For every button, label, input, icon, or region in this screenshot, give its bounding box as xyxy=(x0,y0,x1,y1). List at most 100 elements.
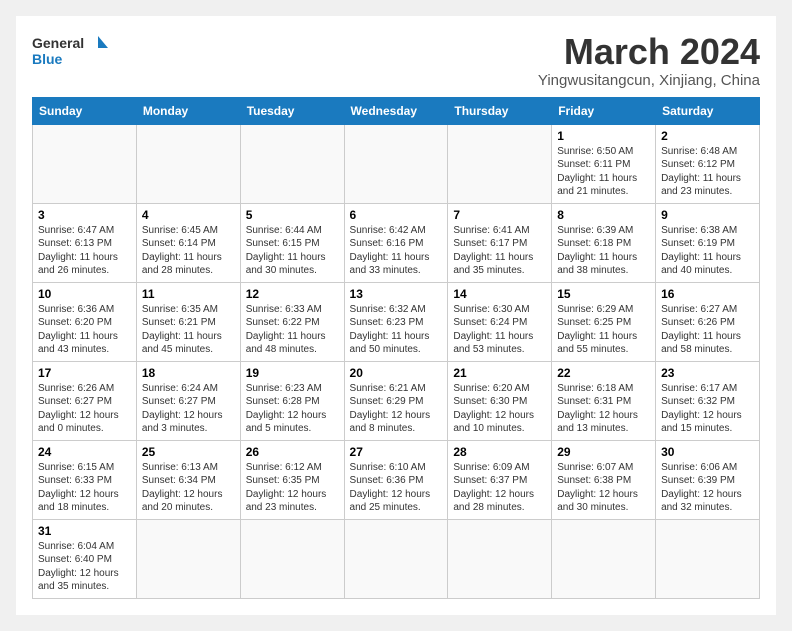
day-cell: 10 Sunrise: 6:36 AM Sunset: 6:20 PM Dayli… xyxy=(33,282,137,361)
day-number: 23 xyxy=(661,366,754,380)
day-info: Sunrise: 6:15 AM Sunset: 6:33 PM Dayligh… xyxy=(38,461,131,515)
week-row-2: 3Sunrise: 6:47 AM Sunset: 6:13 PM Daylig… xyxy=(33,203,760,282)
day-info: Sunrise: 6:50 AM Sunset: 6:11 PM Dayligh… xyxy=(557,145,650,199)
day-cell: 31 Sunrise: 6:04 AM Sunset: 6:40 PM Dayli… xyxy=(33,519,137,598)
day-cell: 17Sunrise: 6:26 AM Sunset: 6:27 PM Dayli… xyxy=(33,361,137,440)
weekday-tuesday: Tuesday xyxy=(240,97,344,124)
day-info: Sunrise: 6:07 AM Sunset: 6:38 PM Dayligh… xyxy=(557,461,650,515)
weekday-header-row: SundayMondayTuesdayWednesdayThursdayFrid… xyxy=(33,97,760,124)
header: General Blue March 2024 Yingwusitangcun,… xyxy=(32,32,760,89)
day-number: 24 xyxy=(38,445,131,459)
day-info: Sunrise: 6:12 AM Sunset: 6:35 PM Dayligh… xyxy=(246,461,339,515)
day-info: Sunrise: 6:13 AM Sunset: 6:34 PM Dayligh… xyxy=(142,461,235,515)
day-info: Sunrise: 6:36 AM Sunset: 6:20 PM Dayligh… xyxy=(38,303,131,357)
day-cell: 8 Sunrise: 6:39 AM Sunset: 6:18 PM Daylig… xyxy=(552,203,656,282)
day-number: 25 xyxy=(142,445,235,459)
day-cell: 20 Sunrise: 6:21 AM Sunset: 6:29 PM Dayli… xyxy=(344,361,448,440)
day-info: Sunrise: 6:18 AM Sunset: 6:31 PM Dayligh… xyxy=(557,382,650,436)
day-info: Sunrise: 6:10 AM Sunset: 6:36 PM Dayligh… xyxy=(350,461,443,515)
day-number: 3 xyxy=(38,208,131,222)
day-cell: 1 Sunrise: 6:50 AM Sunset: 6:11 PM Daylig… xyxy=(552,124,656,203)
day-number: 16 xyxy=(661,287,754,301)
week-row-4: 17Sunrise: 6:26 AM Sunset: 6:27 PM Dayli… xyxy=(33,361,760,440)
day-info: Sunrise: 6:39 AM Sunset: 6:18 PM Dayligh… xyxy=(557,224,650,278)
calendar-subtitle: Yingwusitangcun, Xinjiang, China xyxy=(538,72,760,89)
day-info: Sunrise: 6:27 AM Sunset: 6:26 PM Dayligh… xyxy=(661,303,754,357)
day-info: Sunrise: 6:38 AM Sunset: 6:19 PM Dayligh… xyxy=(661,224,754,278)
day-cell: 5 Sunrise: 6:44 AM Sunset: 6:15 PM Daylig… xyxy=(240,203,344,282)
week-row-1: 1 Sunrise: 6:50 AM Sunset: 6:11 PM Daylig… xyxy=(33,124,760,203)
day-number: 22 xyxy=(557,366,650,380)
day-info: Sunrise: 6:24 AM Sunset: 6:27 PM Dayligh… xyxy=(142,382,235,436)
weekday-friday: Friday xyxy=(552,97,656,124)
day-number: 20 xyxy=(350,366,443,380)
day-cell: 19 Sunrise: 6:23 AM Sunset: 6:28 PM Dayli… xyxy=(240,361,344,440)
day-number: 27 xyxy=(350,445,443,459)
day-number: 1 xyxy=(557,129,650,143)
day-info: Sunrise: 6:09 AM Sunset: 6:37 PM Dayligh… xyxy=(453,461,546,515)
calendar-title: March 2024 xyxy=(538,32,760,72)
weekday-wednesday: Wednesday xyxy=(344,97,448,124)
day-cell: 29 Sunrise: 6:07 AM Sunset: 6:38 PM Dayli… xyxy=(552,440,656,519)
day-cell: 23 Sunrise: 6:17 AM Sunset: 6:32 PM Dayli… xyxy=(656,361,760,440)
day-number: 18 xyxy=(142,366,235,380)
day-info: Sunrise: 6:44 AM Sunset: 6:15 PM Dayligh… xyxy=(246,224,339,278)
day-cell xyxy=(344,519,448,598)
day-cell xyxy=(136,124,240,203)
calendar-table: SundayMondayTuesdayWednesdayThursdayFrid… xyxy=(32,97,760,599)
day-cell: 4Sunrise: 6:45 AM Sunset: 6:14 PM Daylig… xyxy=(136,203,240,282)
day-number: 5 xyxy=(246,208,339,222)
day-cell: 6Sunrise: 6:42 AM Sunset: 6:16 PM Daylig… xyxy=(344,203,448,282)
weekday-thursday: Thursday xyxy=(448,97,552,124)
day-number: 8 xyxy=(557,208,650,222)
day-info: Sunrise: 6:17 AM Sunset: 6:32 PM Dayligh… xyxy=(661,382,754,436)
day-cell xyxy=(552,519,656,598)
day-cell: 27 Sunrise: 6:10 AM Sunset: 6:36 PM Dayli… xyxy=(344,440,448,519)
day-cell: 21 Sunrise: 6:20 AM Sunset: 6:30 PM Dayli… xyxy=(448,361,552,440)
day-info: Sunrise: 6:04 AM Sunset: 6:40 PM Dayligh… xyxy=(38,540,131,594)
weekday-sunday: Sunday xyxy=(33,97,137,124)
week-row-6: 31 Sunrise: 6:04 AM Sunset: 6:40 PM Dayli… xyxy=(33,519,760,598)
day-cell: 3Sunrise: 6:47 AM Sunset: 6:13 PM Daylig… xyxy=(33,203,137,282)
day-cell xyxy=(240,519,344,598)
day-info: Sunrise: 6:48 AM Sunset: 6:12 PM Dayligh… xyxy=(661,145,754,199)
day-number: 10 xyxy=(38,287,131,301)
day-cell: 16 Sunrise: 6:27 AM Sunset: 6:26 PM Dayli… xyxy=(656,282,760,361)
day-cell xyxy=(448,124,552,203)
day-info: Sunrise: 6:29 AM Sunset: 6:25 PM Dayligh… xyxy=(557,303,650,357)
day-number: 9 xyxy=(661,208,754,222)
day-info: Sunrise: 6:20 AM Sunset: 6:30 PM Dayligh… xyxy=(453,382,546,436)
day-cell: 12 Sunrise: 6:33 AM Sunset: 6:22 PM Dayli… xyxy=(240,282,344,361)
day-cell: 18 Sunrise: 6:24 AM Sunset: 6:27 PM Dayli… xyxy=(136,361,240,440)
day-cell: 24 Sunrise: 6:15 AM Sunset: 6:33 PM Dayli… xyxy=(33,440,137,519)
day-cell: 2Sunrise: 6:48 AM Sunset: 6:12 PM Daylig… xyxy=(656,124,760,203)
day-cell: 26Sunrise: 6:12 AM Sunset: 6:35 PM Dayli… xyxy=(240,440,344,519)
day-info: Sunrise: 6:41 AM Sunset: 6:17 PM Dayligh… xyxy=(453,224,546,278)
day-number: 11 xyxy=(142,287,235,301)
day-info: Sunrise: 6:35 AM Sunset: 6:21 PM Dayligh… xyxy=(142,303,235,357)
day-cell xyxy=(240,124,344,203)
day-info: Sunrise: 6:06 AM Sunset: 6:39 PM Dayligh… xyxy=(661,461,754,515)
day-cell: 22 Sunrise: 6:18 AM Sunset: 6:31 PM Dayli… xyxy=(552,361,656,440)
day-info: Sunrise: 6:21 AM Sunset: 6:29 PM Dayligh… xyxy=(350,382,443,436)
day-cell xyxy=(448,519,552,598)
day-cell: 25 Sunrise: 6:13 AM Sunset: 6:34 PM Dayli… xyxy=(136,440,240,519)
day-number: 15 xyxy=(557,287,650,301)
day-cell xyxy=(344,124,448,203)
calendar-page: General Blue March 2024 Yingwusitangcun,… xyxy=(16,16,776,615)
title-block: March 2024 Yingwusitangcun, Xinjiang, Ch… xyxy=(538,32,760,89)
day-cell xyxy=(136,519,240,598)
day-cell: 9 Sunrise: 6:38 AM Sunset: 6:19 PM Daylig… xyxy=(656,203,760,282)
day-number: 12 xyxy=(246,287,339,301)
day-number: 31 xyxy=(38,524,131,538)
day-number: 6 xyxy=(350,208,443,222)
day-cell: 15 Sunrise: 6:29 AM Sunset: 6:25 PM Dayli… xyxy=(552,282,656,361)
day-number: 19 xyxy=(246,366,339,380)
day-number: 29 xyxy=(557,445,650,459)
day-info: Sunrise: 6:23 AM Sunset: 6:28 PM Dayligh… xyxy=(246,382,339,436)
svg-text:Blue: Blue xyxy=(32,51,63,67)
day-cell: 7Sunrise: 6:41 AM Sunset: 6:17 PM Daylig… xyxy=(448,203,552,282)
day-number: 21 xyxy=(453,366,546,380)
day-cell: 11 Sunrise: 6:35 AM Sunset: 6:21 PM Dayli… xyxy=(136,282,240,361)
day-info: Sunrise: 6:33 AM Sunset: 6:22 PM Dayligh… xyxy=(246,303,339,357)
